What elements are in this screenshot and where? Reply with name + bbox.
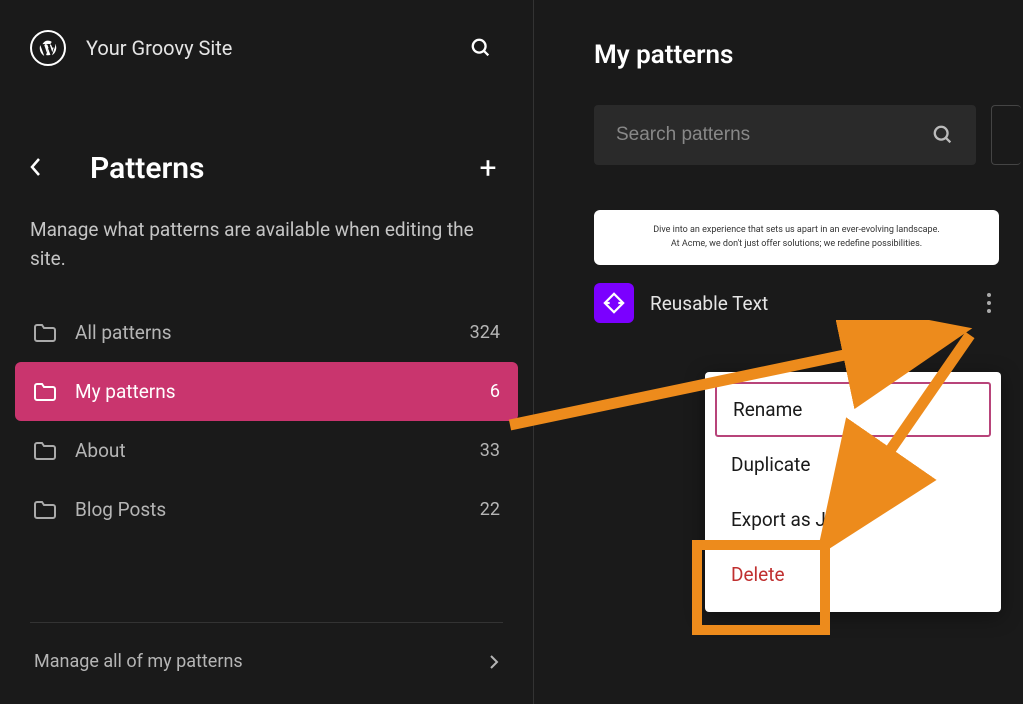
main-title: My patterns [594,40,1023,70]
pattern-card[interactable]: Dive into an experience that sets us apa… [594,210,999,323]
folder-label: About [75,439,462,462]
sidebar-header: Your Groovy Site [0,0,533,76]
pattern-name: Reusable Text [650,292,963,315]
folder-count: 324 [470,322,500,343]
preview-text-1: Dive into an experience that sets us apa… [624,224,969,238]
page-title: Patterns [90,151,453,186]
reusable-block-icon [594,283,634,323]
chevron-right-icon [489,654,499,670]
folder-item[interactable]: Blog Posts 22 [15,480,518,539]
folder-count: 6 [490,381,500,402]
folder-count: 22 [480,499,500,520]
folder-item[interactable]: About 33 [15,421,518,480]
search-button[interactable] [469,36,493,60]
preview-text-2: At Acme, we don't just offer solutions; … [624,238,969,252]
back-chevron-icon[interactable] [30,155,50,183]
folder-icon [33,323,57,343]
context-menu: RenameDuplicateExport as JSONDelete [705,372,1001,612]
pattern-preview: Dive into an experience that sets us apa… [594,210,999,265]
manage-link-label: Manage all of my patterns [34,651,243,672]
search-icon [932,124,954,146]
more-options-button[interactable] [979,285,999,321]
folder-label: My patterns [75,380,472,403]
wordpress-logo-icon[interactable] [30,30,66,66]
folder-icon [33,382,57,402]
filter-button[interactable] [991,105,1021,165]
site-title[interactable]: Your Groovy Site [86,36,449,60]
menu-item-rename[interactable]: Rename [715,382,991,437]
sidebar: Your Groovy Site Patterns + Manage what … [0,0,534,704]
folder-icon [33,500,57,520]
folder-item[interactable]: My patterns 6 [15,362,518,421]
folder-count: 33 [480,440,500,461]
folder-item[interactable]: All patterns 324 [15,303,518,362]
search-input[interactable] [616,124,932,146]
pattern-meta: Reusable Text [594,283,999,323]
page-description: Manage what patterns are available when … [0,196,533,303]
patterns-title-row: Patterns + [0,76,533,196]
search-input-wrap[interactable] [594,105,976,165]
folder-list: All patterns 324 My patterns 6 About 33 … [0,303,533,539]
folder-label: Blog Posts [75,498,462,521]
search-row [594,105,1023,165]
menu-item-delete[interactable]: Delete [705,547,1001,602]
manage-patterns-link[interactable]: Manage all of my patterns [30,622,503,684]
menu-item-export-as-json[interactable]: Export as JSON [705,492,1001,547]
folder-label: All patterns [75,321,452,344]
menu-item-duplicate[interactable]: Duplicate [705,437,1001,492]
folder-icon [33,441,57,461]
add-pattern-button[interactable]: + [473,151,503,186]
